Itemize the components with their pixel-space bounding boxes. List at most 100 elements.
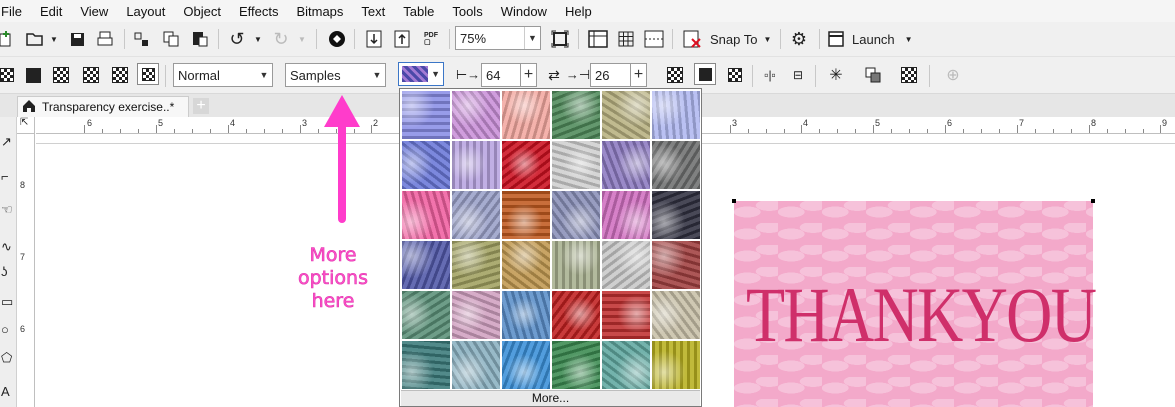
- pattern-swatch[interactable]: [601, 240, 651, 290]
- merge-mode-select[interactable]: Normal ▼: [173, 63, 273, 87]
- selection-handle[interactable]: [732, 199, 736, 203]
- pattern-swatch[interactable]: [451, 140, 501, 190]
- publish-pdf-icon[interactable]: PDF ▢: [420, 28, 442, 50]
- pattern-swatch[interactable]: [651, 90, 701, 140]
- polygon-tool-icon[interactable]: ⬠: [0, 350, 17, 368]
- cut-icon[interactable]: [131, 28, 153, 50]
- zoom-level-select[interactable]: 75% ▼: [455, 26, 541, 50]
- paste-icon[interactable]: [189, 28, 211, 50]
- pattern-swatch[interactable]: [651, 190, 701, 240]
- pattern-swatch[interactable]: [401, 190, 451, 240]
- launch-dropdown[interactable]: Launch ▼: [828, 28, 918, 50]
- pattern-swatch[interactable]: [451, 340, 501, 390]
- pattern-swatch[interactable]: [601, 90, 651, 140]
- pattern-swatch[interactable]: [401, 140, 451, 190]
- export-icon[interactable]: [391, 28, 413, 50]
- pattern-swatch[interactable]: [501, 240, 551, 290]
- menu-layout[interactable]: Layout: [117, 4, 174, 19]
- transparency-target-icon[interactable]: ✳: [825, 64, 847, 86]
- transparency-pattern-icon[interactable]: [664, 64, 686, 86]
- menu-view[interactable]: View: [71, 4, 117, 19]
- vector-pattern-transparency-icon[interactable]: [80, 64, 102, 86]
- show-guidelines-icon[interactable]: [643, 28, 665, 50]
- menu-effects[interactable]: Effects: [230, 4, 288, 19]
- menu-object[interactable]: Object: [174, 4, 230, 19]
- artistic-media-tool-icon[interactable]: ʖ: [0, 264, 17, 282]
- pattern-swatch[interactable]: [401, 90, 451, 140]
- mirror-vertical-icon[interactable]: ⊟: [787, 64, 809, 86]
- bitmap-pattern-transparency-icon[interactable]: [109, 64, 131, 86]
- uniform-transparency-icon[interactable]: [0, 64, 18, 86]
- pattern-swatch[interactable]: [551, 140, 601, 190]
- menu-table[interactable]: Table: [394, 4, 443, 19]
- gear-icon[interactable]: ⚙: [788, 28, 810, 50]
- more-patterns-button[interactable]: More...: [401, 390, 700, 406]
- undo-dropdown-icon[interactable]: ▼: [247, 28, 269, 50]
- add-tab-icon[interactable]: +: [193, 98, 209, 114]
- two-color-pattern-transparency-icon[interactable]: [137, 63, 159, 85]
- pattern-swatch[interactable]: [451, 190, 501, 240]
- text-tool-icon[interactable]: A: [0, 384, 17, 402]
- pattern-swatch[interactable]: [551, 340, 601, 390]
- chevron-down-icon[interactable]: ▼: [43, 28, 65, 50]
- document-tab[interactable]: Transparency exercise..*: [17, 96, 189, 117]
- zoom-tool-icon[interactable]: ☜: [0, 202, 17, 220]
- pattern-swatch[interactable]: [551, 90, 601, 140]
- mirror-horizontal-icon[interactable]: ▫|▫: [759, 64, 781, 86]
- menu-tools[interactable]: Tools: [443, 4, 491, 19]
- save-icon[interactable]: [66, 28, 88, 50]
- add-icon[interactable]: ⊕: [942, 64, 964, 86]
- print-icon[interactable]: [94, 28, 116, 50]
- pattern-swatch[interactable]: [551, 190, 601, 240]
- pattern-width-input[interactable]: 64: [481, 63, 521, 87]
- pattern-swatch[interactable]: [501, 90, 551, 140]
- full-screen-icon[interactable]: [549, 28, 571, 50]
- pattern-swatch[interactable]: [501, 190, 551, 240]
- pattern-swatch[interactable]: [451, 90, 501, 140]
- pattern-library-select[interactable]: Samples ▼: [285, 63, 386, 87]
- link-dimensions-icon[interactable]: ⇄: [543, 64, 565, 86]
- copy-transparency-icon[interactable]: [862, 64, 884, 86]
- invert-transparency-icon[interactable]: [694, 63, 716, 85]
- free-scale-skew-icon[interactable]: [724, 64, 746, 86]
- home-icon[interactable]: [22, 99, 36, 116]
- pattern-swatch[interactable]: [551, 240, 601, 290]
- pattern-swatch[interactable]: [401, 340, 451, 390]
- linear-transparency-icon[interactable]: [22, 64, 44, 86]
- pattern-swatch[interactable]: [401, 290, 451, 340]
- undo-icon[interactable]: ↺: [226, 28, 248, 50]
- pattern-swatch[interactable]: [601, 340, 651, 390]
- ellipse-tool-icon[interactable]: ○: [0, 322, 17, 340]
- pattern-height-input[interactable]: 26: [590, 63, 631, 87]
- pattern-swatch[interactable]: [651, 140, 701, 190]
- menu-edit[interactable]: Edit: [31, 4, 71, 19]
- fountain-transparency-icon[interactable]: [50, 64, 72, 86]
- selection-handle[interactable]: [1091, 199, 1095, 203]
- menu-file[interactable]: File: [0, 4, 31, 19]
- menu-bitmaps[interactable]: Bitmaps: [287, 4, 352, 19]
- pattern-swatch[interactable]: [601, 190, 651, 240]
- rectangle-tool-icon[interactable]: ▭: [0, 294, 17, 312]
- crop-tool-icon[interactable]: ⌐: [0, 169, 17, 187]
- redo-icon[interactable]: ↻: [270, 28, 292, 50]
- pattern-swatch[interactable]: [651, 290, 701, 340]
- show-rulers-icon[interactable]: [587, 28, 609, 50]
- pattern-swatch[interactable]: [501, 340, 551, 390]
- menu-help[interactable]: Help: [556, 4, 601, 19]
- ruler-origin-icon[interactable]: ⇱: [17, 117, 35, 134]
- width-stepper-icon[interactable]: +: [521, 63, 537, 87]
- pattern-picker-button[interactable]: ▼: [398, 62, 444, 86]
- shape-tool-icon[interactable]: ↗: [0, 134, 17, 152]
- pattern-swatch[interactable]: [601, 290, 651, 340]
- pattern-swatch[interactable]: [601, 140, 651, 190]
- pattern-swatch[interactable]: [651, 340, 701, 390]
- pattern-swatch[interactable]: [501, 290, 551, 340]
- import-icon[interactable]: [363, 28, 385, 50]
- show-grid-icon[interactable]: [615, 28, 637, 50]
- search-content-icon[interactable]: [326, 28, 348, 50]
- new-document-icon[interactable]: [0, 28, 16, 50]
- snap-to-dropdown[interactable]: Snap To ▼: [710, 28, 774, 50]
- pattern-swatch[interactable]: [501, 140, 551, 190]
- menu-text[interactable]: Text: [352, 4, 394, 19]
- redo-dropdown-icon[interactable]: ▼: [291, 28, 313, 50]
